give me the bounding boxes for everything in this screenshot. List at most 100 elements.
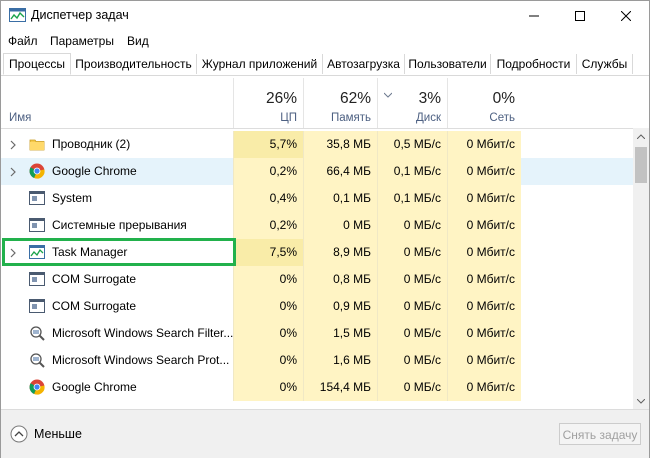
- scroll-up-icon: [637, 133, 645, 139]
- cpu-cell: 0,2%: [233, 212, 303, 239]
- column-header-disk[interactable]: 3% Диск: [377, 78, 447, 128]
- disk-cell: 0,5 МБ/с: [377, 131, 447, 158]
- column-header-row: Имя 26% ЦП 62% Память 3% Диск 0% Сеть: [1, 78, 633, 129]
- tab-app-history[interactable]: Журнал приложений: [197, 54, 323, 74]
- cpu-cell: 0%: [233, 266, 303, 293]
- close-icon: [621, 11, 631, 21]
- process-name: Системные прерывания: [52, 218, 187, 232]
- menu-file[interactable]: Файл: [8, 34, 38, 48]
- system-icon: [29, 271, 45, 287]
- disk-cell: 0 МБ/с: [377, 239, 447, 266]
- menu-bar: Файл Параметры Вид: [1, 31, 649, 51]
- collapse-icon[interactable]: [10, 425, 28, 443]
- network-cell: 0 Мбит/с: [447, 320, 521, 347]
- system-icon: [29, 190, 45, 206]
- process-row[interactable]: Microsoft Windows Search Prot... 0% 1,6 МБ…: [1, 347, 633, 374]
- task-manager-window: Диспетчер задач Файл Параметры Вид Проце…: [0, 0, 650, 458]
- process-row[interactable]: Проводник (2) 5,7% 35,8 МБ 0,5 МБ/с 0 Мбит/с: [1, 131, 633, 158]
- tab-processes[interactable]: Процессы: [3, 53, 71, 75]
- disk-cell: 0,1 МБ/с: [377, 185, 447, 212]
- expand-chevron-icon[interactable]: [9, 247, 17, 258]
- memory-cell: 8,9 МБ: [303, 239, 377, 266]
- chrome-icon: [29, 163, 45, 179]
- column-header-memory[interactable]: 62% Память: [303, 78, 377, 128]
- process-name: Microsoft Windows Search Filter...: [52, 326, 234, 340]
- network-cell: 0 Мбит/с: [447, 293, 521, 320]
- process-name: System: [52, 191, 93, 205]
- column-header-name[interactable]: Имя: [9, 112, 31, 124]
- memory-cell: 1,6 МБ: [303, 347, 377, 374]
- scroll-down-button[interactable]: [633, 393, 649, 409]
- process-row[interactable]: COM Surrogate 0% 0,8 МБ 0 МБ/с 0 Мбит/с: [1, 266, 633, 293]
- tab-details[interactable]: Подробности: [491, 54, 577, 74]
- process-row[interactable]: Системные прерывания 0,2% 0 МБ 0 МБ/с 0 Мбит…: [1, 212, 633, 239]
- network-cell: 0 Мбит/с: [447, 158, 521, 185]
- memory-cell: 0,8 МБ: [303, 266, 377, 293]
- end-task-button[interactable]: Снять задачу: [559, 423, 641, 445]
- scroll-down-icon: [637, 398, 645, 404]
- disk-cell: 0 МБ/с: [377, 347, 447, 374]
- minimize-icon: [529, 15, 539, 17]
- window-title: Диспетчер задач: [31, 8, 129, 22]
- cpu-total-percent: 26%: [265, 90, 297, 107]
- task-manager-app-icon: [9, 8, 26, 23]
- fewer-details-link[interactable]: Меньше: [34, 427, 82, 441]
- tab-startup[interactable]: Автозагрузка: [323, 54, 405, 74]
- disk-total-percent: 3%: [418, 90, 441, 107]
- memory-cell: 1,5 МБ: [303, 320, 377, 347]
- process-list: Проводник (2) 5,7% 35,8 МБ 0,5 МБ/с 0 Мбит/с…: [1, 131, 633, 409]
- maximize-icon: [575, 11, 585, 21]
- sort-down-icon: [384, 92, 392, 98]
- close-button[interactable]: [603, 1, 649, 31]
- process-name: Google Chrome: [52, 164, 137, 178]
- cpu-cell: 0%: [233, 320, 303, 347]
- process-name: COM Surrogate: [52, 299, 137, 313]
- memory-cell: 154,4 МБ: [303, 374, 377, 401]
- tab-users[interactable]: Пользователи: [405, 54, 491, 74]
- maximize-button[interactable]: [557, 1, 603, 31]
- expand-chevron-icon[interactable]: [9, 139, 17, 150]
- cpu-cell: 0%: [233, 347, 303, 374]
- network-cell: 0 Мбит/с: [447, 374, 521, 401]
- network-total-percent: 0%: [492, 90, 515, 107]
- process-row[interactable]: Google Chrome 0,2% 66,4 МБ 0,1 МБ/с 0 Мбит/с: [1, 158, 633, 185]
- memory-label: Память: [330, 112, 371, 124]
- tab-performance[interactable]: Производительность: [71, 54, 197, 74]
- column-header-cpu[interactable]: 26% ЦП: [233, 78, 303, 128]
- process-row[interactable]: Google Chrome 0% 154,4 МБ 0 МБ/с 0 Мбит/с: [1, 374, 633, 401]
- memory-cell: 0,1 МБ: [303, 185, 377, 212]
- title-bar[interactable]: Диспетчер задач: [1, 1, 649, 31]
- column-header-network[interactable]: 0% Сеть: [447, 78, 521, 128]
- network-cell: 0 Мбит/с: [447, 185, 521, 212]
- minimize-button[interactable]: [511, 1, 557, 31]
- system-icon: [29, 298, 45, 314]
- disk-cell: 0 МБ/с: [377, 212, 447, 239]
- process-row[interactable]: System 0,4% 0,1 МБ 0,1 МБ/с 0 Мбит/с: [1, 185, 633, 212]
- process-row[interactable]: COM Surrogate 0% 0,9 МБ 0 МБ/с 0 Мбит/с: [1, 293, 633, 320]
- search-service-icon: [29, 352, 45, 368]
- memory-cell: 0,9 МБ: [303, 293, 377, 320]
- process-name: Microsoft Windows Search Prot...: [52, 353, 230, 367]
- cpu-cell: 7,5%: [233, 239, 303, 266]
- cpu-cell: 0%: [233, 293, 303, 320]
- search-service-icon: [29, 325, 45, 341]
- disk-cell: 0 МБ/с: [377, 374, 447, 401]
- network-cell: 0 Мбит/с: [447, 212, 521, 239]
- cpu-cell: 5,7%: [233, 131, 303, 158]
- network-label: Сеть: [489, 112, 515, 124]
- disk-cell: 0 МБ/с: [377, 266, 447, 293]
- network-cell: 0 Мбит/с: [447, 266, 521, 293]
- scroll-up-button[interactable]: [633, 128, 649, 144]
- tab-services[interactable]: Службы: [577, 54, 633, 74]
- menu-view[interactable]: Вид: [127, 34, 149, 48]
- vertical-scrollbar[interactable]: [633, 128, 649, 409]
- process-row[interactable]: Microsoft Windows Search Filter... 0% 1,5 …: [1, 320, 633, 347]
- scrollbar-thumb[interactable]: [635, 147, 647, 183]
- process-name: Task Manager: [52, 245, 128, 259]
- menu-options[interactable]: Параметры: [50, 34, 114, 48]
- network-cell: 0 Мбит/с: [447, 347, 521, 374]
- process-row[interactable]: Task Manager 7,5% 8,9 МБ 0 МБ/с 0 Мбит/с: [1, 239, 633, 266]
- disk-cell: 0 МБ/с: [377, 320, 447, 347]
- expand-chevron-icon[interactable]: [9, 166, 17, 177]
- process-name: COM Surrogate: [52, 272, 137, 286]
